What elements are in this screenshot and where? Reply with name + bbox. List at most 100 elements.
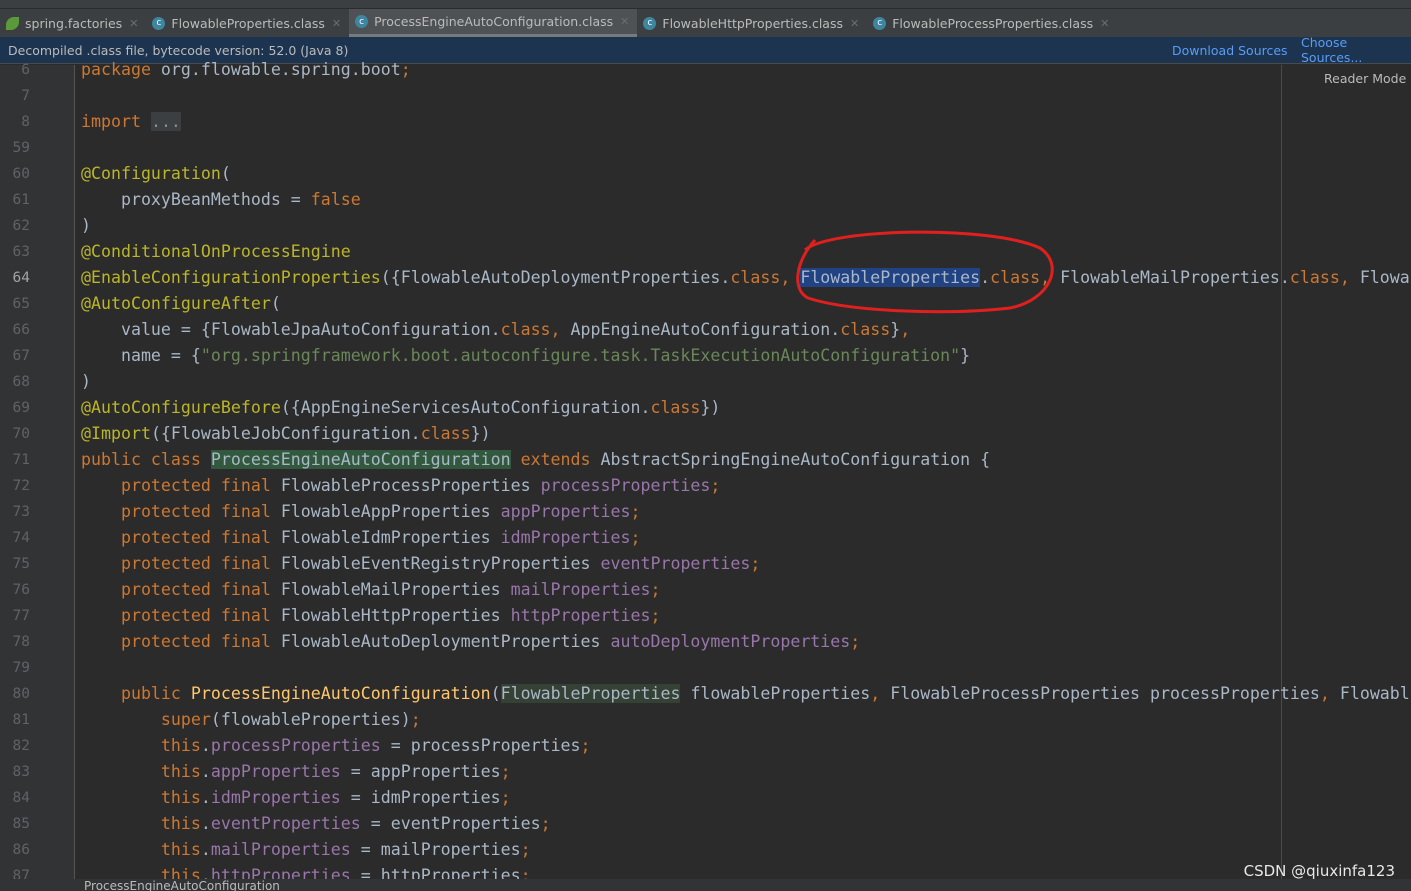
breadcrumb[interactable]: ProcessEngineAutoConfiguration bbox=[84, 879, 280, 891]
class-icon: c bbox=[355, 15, 369, 28]
code-token: . bbox=[200, 814, 211, 833]
code-token: FlowableProperties bbox=[500, 684, 681, 703]
tab-label: FlowableProperties.class bbox=[171, 15, 325, 31]
code-token: ProcessEngineAutoConfiguration bbox=[210, 450, 511, 469]
code-text: proxyBeanMethods = false bbox=[81, 187, 361, 213]
line-number: 74 bbox=[12, 530, 30, 546]
code-token: ; bbox=[540, 814, 551, 833]
close-icon[interactable]: ✕ bbox=[332, 17, 341, 30]
banner-message: Decompiled .class file, bytecode version… bbox=[8, 42, 349, 58]
code-token: ; bbox=[500, 762, 511, 781]
close-icon[interactable]: ✕ bbox=[129, 17, 138, 30]
code-token: }) bbox=[700, 398, 721, 417]
code-line: 86 this.mailProperties = mailProperties; bbox=[0, 837, 1411, 863]
code-token: = processProperties bbox=[380, 736, 581, 755]
code-text: value = {FlowableJpaAutoConfiguration.cl… bbox=[81, 317, 910, 343]
code-line: 81 super(flowableProperties); bbox=[0, 707, 1411, 733]
tab-label: ProcessEngineAutoConfiguration.class bbox=[374, 14, 614, 29]
code-editor[interactable]: 6 package org.flowable.spring.boot; 7 8 impo… bbox=[0, 57, 1411, 889]
line-number: 68 bbox=[12, 374, 30, 390]
code-line: 69 @AutoConfigureBefore({AppEngineService… bbox=[0, 395, 1411, 421]
code-token: proxyBeanMethods = bbox=[81, 190, 311, 209]
code-text: this.processProperties = processProperti… bbox=[81, 733, 591, 759]
line-number: 76 bbox=[12, 582, 30, 598]
line-number: 7 bbox=[21, 88, 30, 104]
code-token: this bbox=[81, 736, 201, 755]
code-text: name = {"org.springframework.boot.autoco… bbox=[81, 343, 970, 369]
code-token: ( bbox=[220, 164, 231, 183]
code-token: ) bbox=[81, 216, 91, 235]
code-token: super bbox=[81, 710, 211, 729]
code-token: public class bbox=[81, 450, 211, 469]
code-token: this bbox=[81, 788, 201, 807]
code-token: Flowabl bbox=[1339, 684, 1410, 703]
code-token: ( bbox=[270, 294, 281, 313]
code-text: @EnableConfigurationProperties({Flowable… bbox=[81, 265, 1410, 291]
code-token: FlowableEventRegistryProperties bbox=[280, 554, 601, 573]
editor-tabs: spring.factories ✕ c FlowableProperties.cla… bbox=[0, 9, 1411, 37]
code-token: appProperties bbox=[210, 762, 341, 781]
download-sources-link[interactable]: Download Sources bbox=[1172, 43, 1288, 58]
code-token: FlowableProperties bbox=[800, 268, 981, 287]
code-text: this.appProperties = appProperties; bbox=[81, 759, 511, 785]
code-token: FlowableProcessProperties bbox=[280, 476, 541, 495]
code-line: 75 protected final FlowableEventRegistry… bbox=[0, 551, 1411, 577]
code-text: protected final FlowableProcessPropertie… bbox=[81, 473, 720, 499]
line-number: 62 bbox=[12, 218, 30, 234]
code-line: 73 protected final FlowableAppProperties… bbox=[0, 499, 1411, 525]
line-number: 63 bbox=[12, 244, 30, 260]
code-token: idmProperties bbox=[500, 528, 631, 547]
code-token: class, bbox=[1289, 268, 1360, 287]
code-token: = appProperties bbox=[340, 762, 501, 781]
code-text: protected final FlowableHttpProperties h… bbox=[81, 603, 661, 629]
code-token: import bbox=[81, 112, 141, 131]
code-line: 85 this.eventProperties = eventPropertie… bbox=[0, 811, 1411, 837]
code-token: FlowableMailProperties bbox=[280, 580, 511, 599]
code-token: ; bbox=[650, 580, 661, 599]
code-line: 70 @Import({FlowableJobConfiguration.clas… bbox=[0, 421, 1411, 447]
close-icon[interactable]: ✕ bbox=[850, 17, 859, 30]
code-token: } bbox=[960, 346, 971, 365]
tab-1[interactable]: c FlowableProperties.class ✕ bbox=[146, 9, 349, 37]
code-token: ; bbox=[400, 60, 411, 79]
code-token: protected final bbox=[81, 580, 281, 599]
spring-leaf-icon bbox=[6, 16, 19, 30]
tab-0[interactable]: spring.factories ✕ bbox=[0, 9, 146, 37]
code-token: ; bbox=[710, 476, 721, 495]
tab-4[interactable]: c FlowableProcessProperties.class ✕ bbox=[867, 9, 1117, 37]
tab-label: FlowableHttpProperties.class bbox=[662, 15, 843, 31]
tab-3[interactable]: c FlowableHttpProperties.class ✕ bbox=[637, 9, 867, 37]
code-token: this bbox=[81, 840, 201, 859]
tab-2[interactable]: c ProcessEngineAutoConfiguration.class ✕ bbox=[349, 9, 638, 37]
code-text: this.eventProperties = eventProperties; bbox=[81, 811, 551, 837]
code-token: autoDeploymentProperties bbox=[610, 632, 851, 651]
code-line: 71 public class ProcessEngineAutoConfigur… bbox=[0, 447, 1411, 473]
line-number: 65 bbox=[12, 296, 30, 312]
code-token: ; bbox=[630, 528, 641, 547]
close-icon[interactable]: ✕ bbox=[620, 15, 629, 28]
line-number: 85 bbox=[12, 816, 30, 832]
code-token: mailProperties bbox=[510, 580, 651, 599]
line-number: 59 bbox=[12, 140, 30, 156]
code-text: @AutoConfigureAfter( bbox=[81, 291, 281, 317]
code-line: 67 name = {"org.springframework.boot.aut… bbox=[0, 343, 1411, 369]
code-token: @Import bbox=[81, 424, 151, 443]
reader-mode-button[interactable]: Reader Mode bbox=[1324, 71, 1406, 86]
code-token: class, bbox=[730, 268, 801, 287]
code-text: protected final FlowableAppProperties ap… bbox=[81, 499, 641, 525]
code-token: class bbox=[650, 398, 701, 417]
code-token: idmProperties bbox=[210, 788, 341, 807]
code-token: protected final bbox=[81, 528, 281, 547]
code-text: protected final FlowableIdmProperties id… bbox=[81, 525, 641, 551]
code-line: 84 this.idmProperties = idmProperties; bbox=[0, 785, 1411, 811]
watermark: CSDN @qiuxinfa123 bbox=[1243, 862, 1395, 880]
code-text: @Import({FlowableJobConfiguration.class}… bbox=[81, 421, 491, 447]
close-icon[interactable]: ✕ bbox=[1100, 17, 1109, 30]
code-line: 72 protected final FlowableProcessProper… bbox=[0, 473, 1411, 499]
line-number: 81 bbox=[12, 712, 30, 728]
code-token: FlowableAutoDeploymentProperties bbox=[280, 632, 611, 651]
code-line: 8 import ... bbox=[0, 109, 1411, 135]
code-text: protected final FlowableAutoDeploymentPr… bbox=[81, 629, 860, 655]
title-strip bbox=[0, 0, 1411, 9]
